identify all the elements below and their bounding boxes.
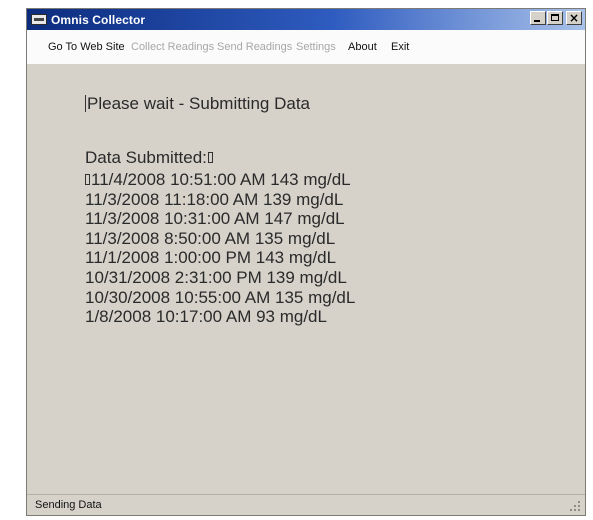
menu-exit[interactable]: Exit [391,41,409,53]
menu-bar: Go To Web Site Collect Readings Send Rea… [27,30,585,64]
minimize-icon [534,20,540,22]
status-bar-text: Sending Data [35,499,102,511]
reading-text: 11/4/2008 10:51:00 AM 143 mg/dL [91,170,351,189]
readings-list: 11/4/2008 10:51:00 AM 143 mg/dL 11/3/200… [85,170,355,327]
menu-about[interactable]: About [348,41,377,53]
reading-row: 10/31/2008 2:31:00 PM 139 mg/dL [85,268,355,288]
reading-row: 11/3/2008 10:31:00 AM 147 mg/dL [85,209,355,229]
reading-row: 11/3/2008 11:18:00 AM 139 mg/dL [85,190,355,210]
control-char-glyph [207,152,213,163]
close-button[interactable]: × [566,11,582,25]
submitted-label: Data Submitted: [85,148,207,167]
reading-row: 11/3/2008 8:50:00 AM 135 mg/dL [85,229,355,249]
main-content: Please wait - Submitting Data Data Submi… [27,64,585,495]
reading-text: 11/3/2008 8:50:00 AM 135 mg/dL [85,228,336,248]
app-window: Omnis Collector × Go To Web Site Collect… [26,8,586,516]
status-message-line: Please wait - Submitting Data [85,94,310,114]
reading-text: 11/3/2008 10:31:00 AM 147 mg/dL [85,209,345,229]
app-icon[interactable] [31,14,47,25]
reading-row: 11/4/2008 10:51:00 AM 143 mg/dL [85,170,355,190]
maximize-button[interactable] [547,11,563,25]
resize-grip-icon[interactable] [570,501,581,512]
reading-row: 1/8/2008 10:17:00 AM 93 mg/dL [85,307,355,327]
window-controls: × [530,11,582,25]
menu-send-readings[interactable]: Send Readings [217,41,292,53]
status-bar: Sending Data [27,494,585,515]
text-caret [85,95,86,112]
reading-text: 10/31/2008 2:31:00 PM 139 mg/dL [85,267,347,287]
reading-text: 10/30/2008 10:55:00 AM 135 mg/dL [85,287,356,307]
reading-text: 11/1/2008 1:00:00 PM 143 mg/dL [85,248,337,268]
close-icon: × [568,11,580,25]
menu-go-to-web-site[interactable]: Go To Web Site [48,41,125,53]
maximize-icon [551,14,559,21]
status-message: Please wait - Submitting Data [87,94,310,113]
reading-row: 11/1/2008 1:00:00 PM 143 mg/dL [85,248,355,268]
menu-collect-readings[interactable]: Collect Readings [131,41,214,53]
minimize-button[interactable] [530,11,546,25]
submitted-label-line: Data Submitted: [85,148,213,168]
control-char-glyph [85,174,90,185]
title-bar[interactable]: Omnis Collector × [27,9,585,30]
window-title: Omnis Collector [51,12,146,27]
reading-row: 10/30/2008 10:55:00 AM 135 mg/dL [85,288,355,308]
menu-settings[interactable]: Settings [296,41,336,53]
reading-text: 1/8/2008 10:17:00 AM 93 mg/dL [85,307,327,327]
reading-text: 11/3/2008 11:18:00 AM 139 mg/dL [85,189,344,209]
